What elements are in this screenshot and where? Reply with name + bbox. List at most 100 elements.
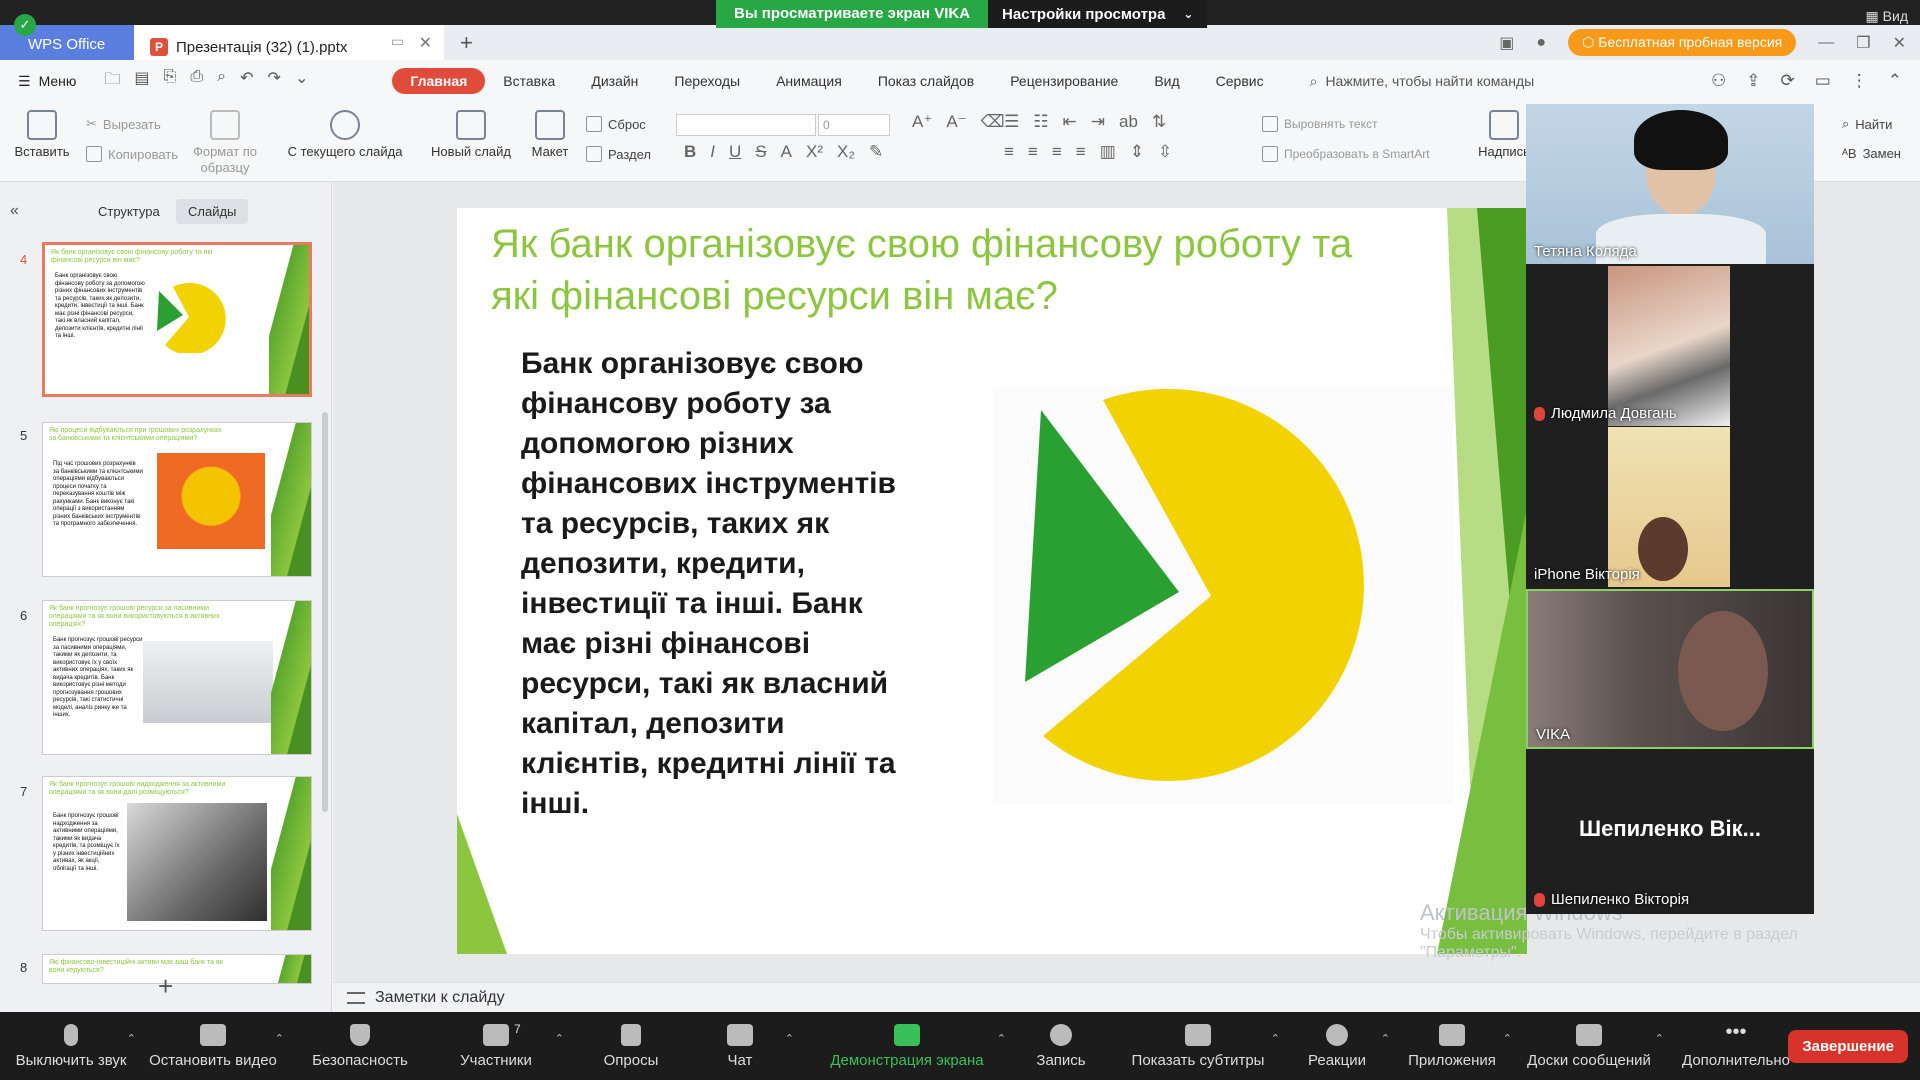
tab-outline[interactable]: Структура: [98, 204, 160, 219]
print-preview-icon[interactable]: ⌕: [217, 68, 226, 95]
export-icon[interactable]: ⎘: [164, 68, 177, 95]
whiteboards-button[interactable]: Доски сообщений ⌃: [1524, 1023, 1664, 1069]
align-right-icon[interactable]: ≡: [1052, 142, 1062, 162]
tab-insert[interactable]: Вставка: [485, 68, 573, 94]
polls-button[interactable]: Опросы: [596, 1023, 666, 1069]
layout-icon[interactable]: ▣: [1499, 33, 1514, 53]
indent-increase-icon[interactable]: ⇥: [1091, 112, 1105, 132]
shrink-font-icon[interactable]: A⁻: [946, 112, 966, 132]
minimize-icon[interactable]: —: [1818, 34, 1834, 52]
slide-notes-bar[interactable]: Заметки к слайду: [333, 982, 1920, 1012]
slide-thumbnail-5[interactable]: Які процеси відбуваються при грошових ро…: [42, 422, 312, 577]
chevron-up-icon[interactable]: ⌃: [785, 1032, 794, 1045]
layout-button[interactable]: Макет: [520, 110, 580, 159]
chevron-up-icon[interactable]: ⌃: [1503, 1032, 1512, 1045]
chevron-up-icon[interactable]: ⌃: [997, 1032, 1006, 1045]
align-text-button[interactable]: Выровнять текст: [1262, 116, 1377, 132]
from-current-slide-button[interactable]: С текущего слайда: [282, 110, 408, 159]
end-meeting-button[interactable]: Завершение: [1788, 1030, 1908, 1063]
document-tab[interactable]: P Презентація (32) (1).pptx ▭ ✕: [134, 25, 444, 60]
command-search[interactable]: ⌕ Нажмите, чтобы найти команды: [1310, 73, 1535, 90]
slide-thumbnail-4[interactable]: Як банк організовує свою фінансову робот…: [42, 242, 312, 397]
superscript-icon[interactable]: X²: [806, 142, 823, 162]
video-tile[interactable]: iPhone Вікторія: [1526, 427, 1814, 587]
cut-button[interactable]: ✂ Вырезать: [86, 116, 161, 132]
italic-icon[interactable]: I: [710, 142, 715, 162]
redo-icon[interactable]: ↷: [268, 68, 281, 95]
slide-thumbnail-7[interactable]: Як банк прогнозує грошові надходження за…: [42, 776, 312, 931]
justify-icon[interactable]: ≡: [1076, 142, 1086, 162]
grow-font-icon[interactable]: A⁺: [912, 112, 932, 132]
numbering-icon[interactable]: ☷: [1033, 112, 1048, 132]
add-slide-button[interactable]: +: [158, 971, 173, 1002]
more-icon[interactable]: ⋮: [1851, 71, 1868, 91]
mute-button[interactable]: Выключить звук ⌃: [12, 1023, 136, 1069]
more-button[interactable]: ••• Дополнительно: [1678, 1022, 1794, 1069]
slide-thumbnail-6[interactable]: Як банк прогнозує грошові ресурси за пас…: [42, 600, 312, 755]
align-left-icon[interactable]: ≡: [1004, 142, 1014, 162]
paragraph-spacing-icon[interactable]: ⇳: [1158, 142, 1172, 162]
smartart-button[interactable]: Преобразовать в SmartArt: [1262, 146, 1430, 162]
paste-button[interactable]: Вставить: [12, 110, 72, 159]
video-tile[interactable]: Тетяна Коляда: [1526, 104, 1814, 264]
collapse-ribbon-icon[interactable]: ⌃: [1888, 71, 1902, 91]
current-slide[interactable]: Як банк організовує свою фінансову робот…: [457, 208, 1527, 954]
indent-decrease-icon[interactable]: ⇤: [1063, 112, 1077, 132]
slide-title[interactable]: Як банк організовує свою фінансову робот…: [491, 218, 1411, 322]
share-icon[interactable]: ⇪: [1746, 71, 1760, 91]
find-button[interactable]: ⌕ Найти: [1842, 116, 1892, 132]
font-size-select[interactable]: 0: [818, 114, 890, 136]
eraser-icon[interactable]: ⌫: [981, 112, 1005, 132]
avatar[interactable]: ●: [1536, 34, 1546, 52]
tab-review[interactable]: Рецензирование: [992, 68, 1136, 94]
reset-button[interactable]: Сброс: [586, 116, 646, 132]
open-folder-icon[interactable]: 🗀: [104, 68, 120, 95]
print-icon[interactable]: ⎙: [190, 68, 203, 95]
tab-design[interactable]: Дизайн: [573, 68, 656, 94]
chevron-up-icon[interactable]: ⌃: [555, 1032, 564, 1045]
captions-button[interactable]: Показать субтитры ⌃: [1128, 1023, 1280, 1069]
undo-icon[interactable]: ↶: [240, 68, 253, 95]
format-painter-button[interactable]: Формат по образцу: [190, 110, 260, 176]
view-button[interactable]: ▦ Вид: [1866, 8, 1908, 25]
stop-video-button[interactable]: Остановить видео ⌃: [148, 1023, 284, 1069]
video-tile-active-speaker[interactable]: VIKA: [1526, 589, 1814, 749]
line-spacing-icon[interactable]: ⇕: [1130, 142, 1144, 162]
restore-icon[interactable]: ❐: [1856, 33, 1870, 53]
customize-icon[interactable]: ⌄: [295, 68, 308, 95]
tab-slides[interactable]: Слайды: [176, 199, 249, 224]
tab-home[interactable]: Главная: [392, 68, 486, 94]
text-direction-icon[interactable]: ab: [1119, 112, 1138, 132]
chevron-up-icon[interactable]: ⌃: [1381, 1032, 1390, 1045]
columns-icon[interactable]: ▥: [1100, 142, 1116, 162]
security-shield-icon[interactable]: ✓: [14, 14, 36, 36]
font-name-select[interactable]: [676, 114, 816, 136]
reactions-button[interactable]: Реакции ⌃: [1302, 1023, 1390, 1069]
chevron-up-icon[interactable]: ⌃: [127, 1032, 136, 1045]
tab-transitions[interactable]: Переходы: [656, 68, 758, 94]
replace-button[interactable]: ᴬB Замен: [1842, 146, 1901, 161]
tab-slideshow[interactable]: Показ слайдов: [860, 68, 992, 94]
close-icon[interactable]: ✕: [419, 33, 432, 53]
slide-panel-scrollbar[interactable]: [322, 412, 328, 812]
slide-thumbnail-8[interactable]: Які фінансово-інвестиційні активи має ва…: [42, 954, 312, 984]
tab-animation[interactable]: Анимация: [758, 68, 860, 94]
tab-view[interactable]: Вид: [1136, 68, 1197, 94]
record-button[interactable]: Запись: [1026, 1023, 1096, 1069]
chat-button[interactable]: Чат ⌃: [712, 1023, 794, 1069]
sync-icon[interactable]: ⟳: [1780, 71, 1794, 91]
share-user-icon[interactable]: ⚇: [1711, 71, 1726, 91]
new-tab-button[interactable]: +: [460, 30, 473, 56]
participants-button[interactable]: Участники 7 ⌃: [456, 1022, 564, 1069]
align-center-icon[interactable]: ≡: [1028, 142, 1038, 162]
slide-body-text[interactable]: Банк організовує свою фінансову роботу з…: [521, 344, 901, 824]
new-slide-button[interactable]: Новый слайд: [426, 110, 516, 159]
video-tile[interactable]: Шепиленко Вікторія: [1526, 752, 1814, 912]
bullets-icon[interactable]: ☰: [1004, 112, 1019, 132]
share-screen-button[interactable]: Демонстрация экрана ⌃: [822, 1023, 1006, 1069]
subscript-icon[interactable]: X₂: [837, 142, 855, 162]
bold-icon[interactable]: B: [684, 142, 696, 162]
chevron-up-icon[interactable]: ⌃: [275, 1032, 284, 1045]
menu-button[interactable]: ☰ Меню: [18, 73, 76, 90]
section-button[interactable]: Раздел: [586, 146, 651, 162]
